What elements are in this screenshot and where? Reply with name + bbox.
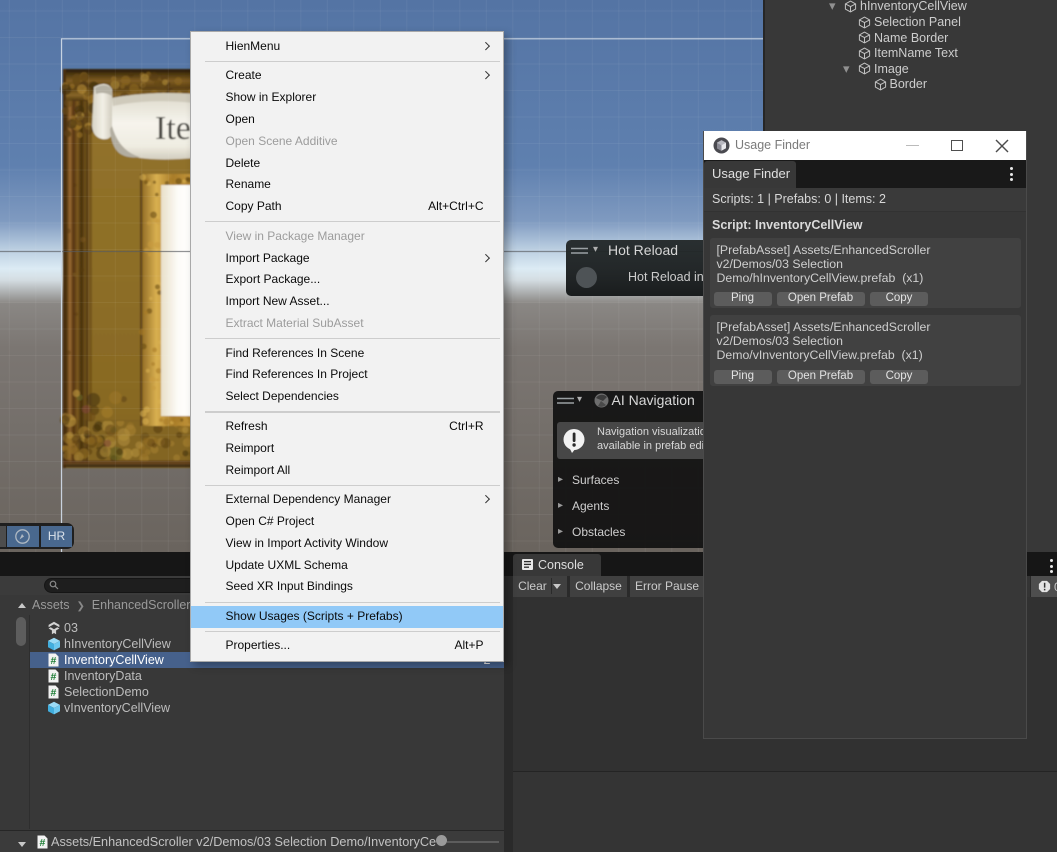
- svg-text:#: #: [50, 655, 56, 667]
- svg-text:#: #: [50, 671, 56, 683]
- svg-text:#: #: [50, 687, 56, 699]
- svg-text:#: #: [39, 837, 45, 849]
- svg-text:Ite: Ite: [155, 110, 191, 147]
